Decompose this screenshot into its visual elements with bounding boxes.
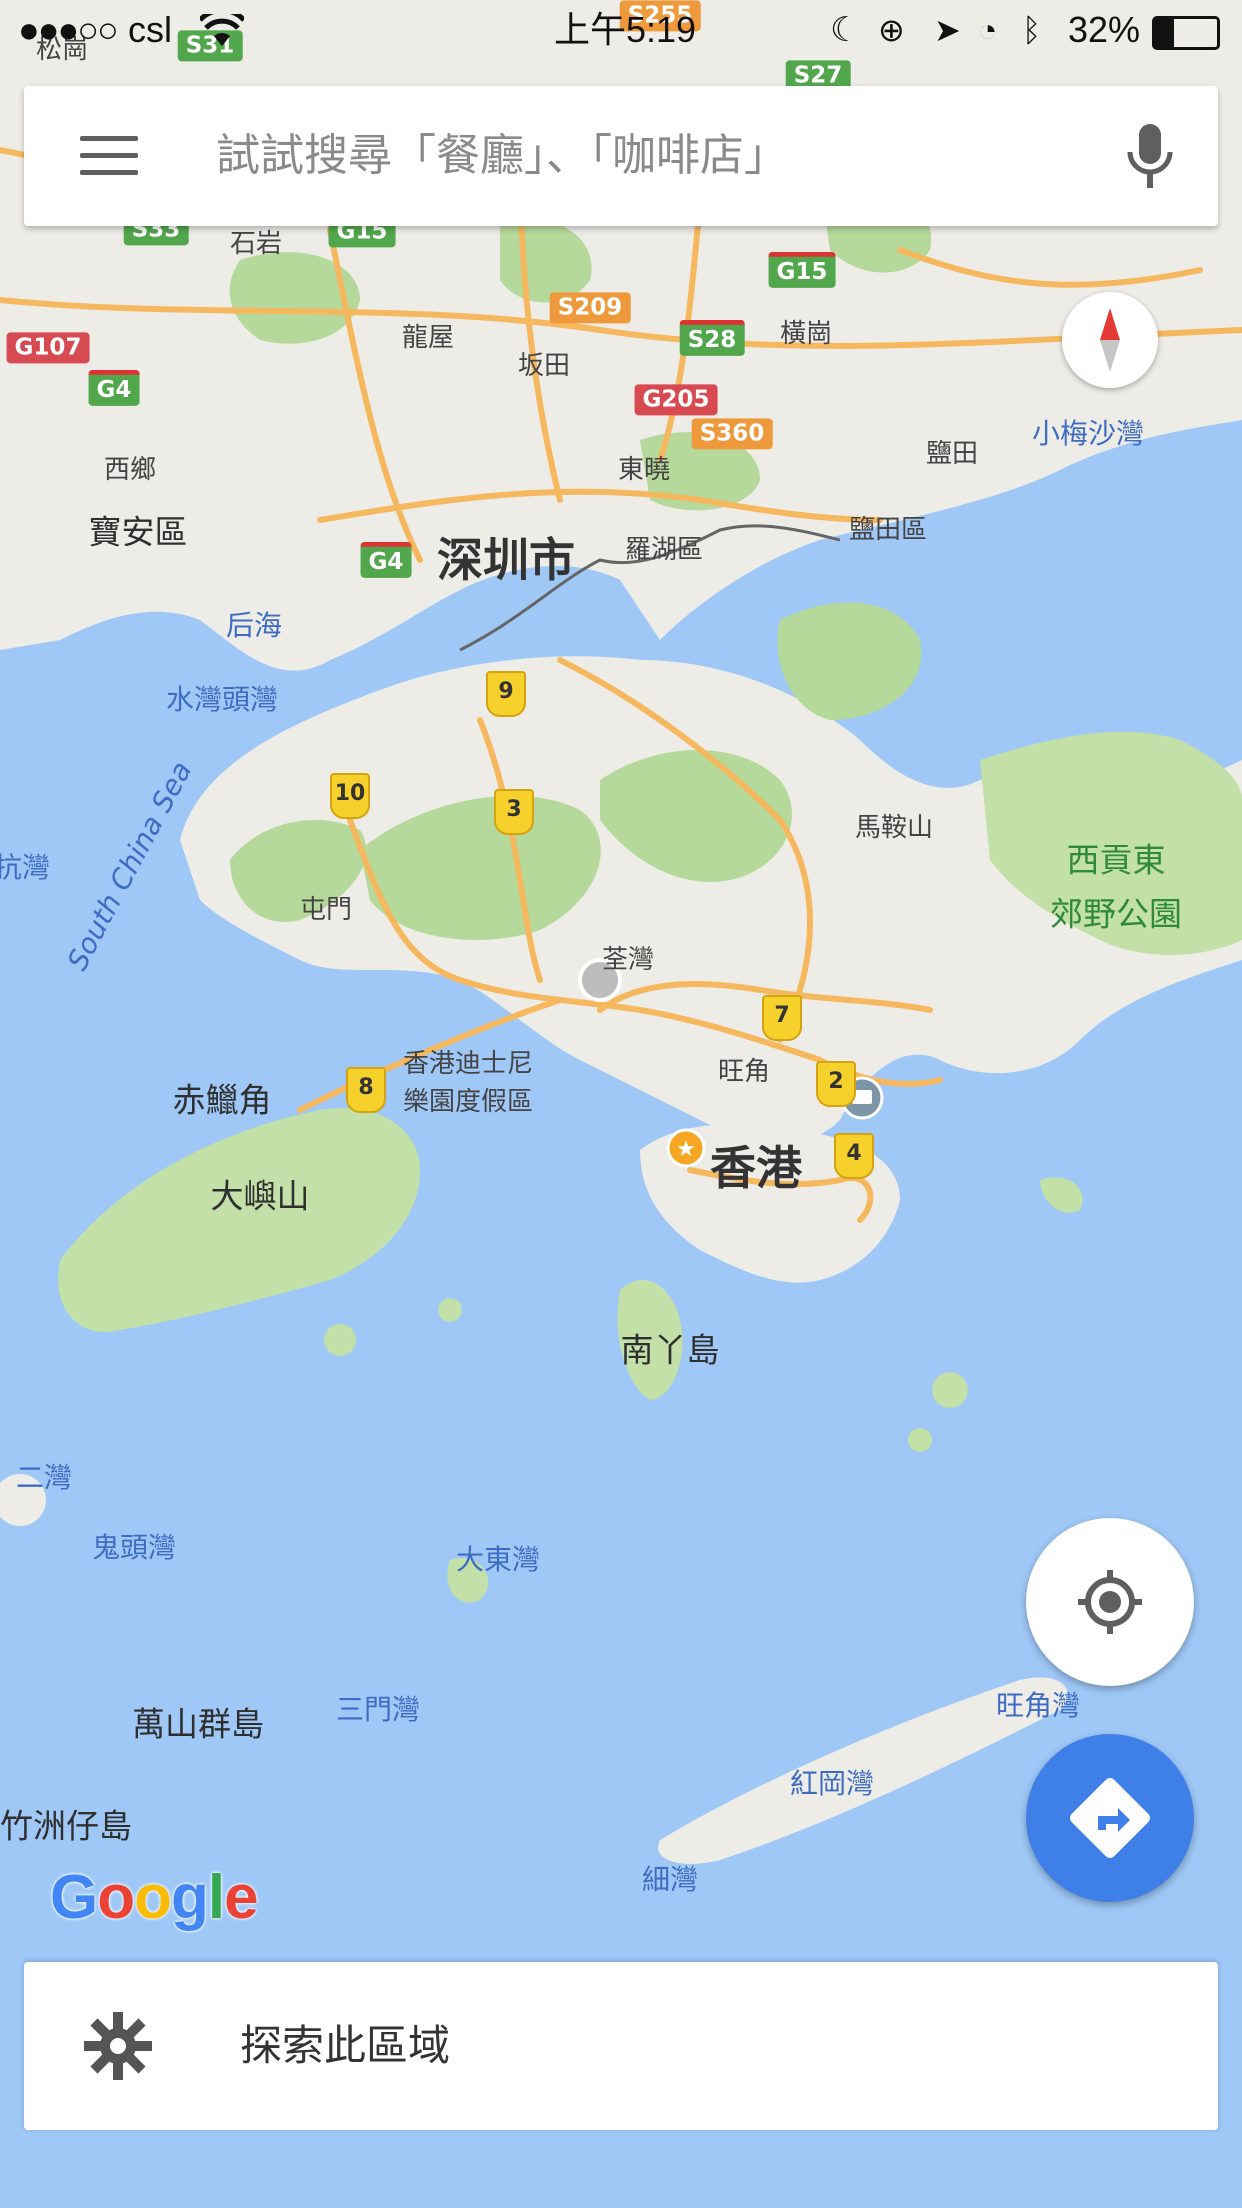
water-label: 旺角灣 (995, 1689, 1081, 1722)
battery-percentage: 32% (1068, 9, 1141, 50)
orientation-lock-icon: ⊕ (878, 12, 905, 48)
park-label: 西貢東 (1066, 840, 1166, 880)
map-label: 大嶼山 (210, 1176, 310, 1216)
highway-shield: S209 (549, 292, 631, 324)
hamburger-menu-icon[interactable] (80, 136, 138, 176)
map-label: 坂田 (517, 351, 571, 381)
water-label: 抗灣 (0, 851, 51, 884)
map-label-shenzhen: 深圳市 (437, 533, 575, 587)
status-bar: ●●●○○ csl 上午5:19 ☾ ⊕ ➤ ◔ ᛒ 32% (0, 0, 1242, 60)
route-marker: 3 (494, 789, 534, 835)
highway-shield: G205 (634, 384, 718, 416)
water-label: 后海 (225, 609, 283, 642)
route-marker: 10 (330, 773, 370, 819)
water-label: 三門灣 (335, 1693, 421, 1726)
route-marker: 4 (834, 1133, 874, 1179)
highway-shield: G15 (768, 251, 836, 289)
map-label: 樂園度假區 (402, 1087, 534, 1117)
water-label: 細灣 (641, 1863, 699, 1896)
water-label: 大東灣 (455, 1543, 541, 1576)
map-label: 西鄉 (103, 455, 157, 485)
map-label: 東曉 (617, 455, 671, 485)
do-not-disturb-icon: ☾ (830, 11, 861, 49)
park-label: 郊野公園 (1050, 894, 1182, 934)
highway-shield: S360 (691, 418, 773, 450)
map-label: 鹽田 (925, 439, 979, 469)
water-label: 二灣 (15, 1461, 73, 1494)
map-label: 萬山群島 (132, 1704, 264, 1744)
gear-icon (84, 2012, 152, 2080)
water-label: 小梅沙灣 (1031, 417, 1145, 450)
signal-strength-icon: ●●●○○ (18, 9, 119, 50)
map-label: 羅湖區 (624, 535, 704, 565)
directions-icon (1070, 1778, 1150, 1858)
map-app: ★ 深圳市 香港 松崗 石岩 龍屋 坂田 橫崗 西鄉 寶安區 東曉 羅湖區 鹽田… (0, 0, 1242, 2208)
carrier-name: csl (128, 9, 172, 50)
search-bar[interactable]: 試試搜尋「餐廳」、「咖啡店」 (24, 86, 1218, 226)
map-label: 赤鱲角 (172, 1080, 272, 1120)
directions-button[interactable] (1026, 1734, 1194, 1902)
map-label: 鹽田區 (848, 515, 928, 545)
route-marker: 8 (346, 1067, 386, 1113)
explore-area-label: 探索此區域 (240, 2021, 451, 2070)
map-label: 南丫島 (620, 1330, 720, 1370)
map-label: 石岩 (229, 229, 283, 259)
map-label: 龍屋 (401, 323, 455, 353)
route-marker: 7 (762, 995, 802, 1041)
compass-button[interactable] (1062, 292, 1158, 388)
location-arrow-icon: ➤ (934, 12, 961, 48)
water-label: 鬼頭灣 (91, 1531, 177, 1564)
google-logo: Google (50, 1863, 259, 1932)
wifi-icon (200, 14, 244, 46)
map-label: 橫崗 (779, 319, 833, 349)
microphone-icon[interactable] (1120, 122, 1180, 192)
compass-icon (1100, 308, 1120, 372)
map-label: 香港迪士尼 (402, 1049, 534, 1079)
explore-area-card[interactable]: 探索此區域 (24, 1962, 1218, 2130)
my-location-button[interactable] (1026, 1518, 1194, 1686)
route-marker: 2 (816, 1061, 856, 1107)
highway-shield: G4 (88, 369, 140, 407)
highway-shield: G107 (6, 332, 90, 364)
bluetooth-icon: ᛒ (1022, 12, 1042, 48)
map-label: 竹洲仔島 (0, 1806, 132, 1846)
my-location-icon (1078, 1570, 1142, 1634)
map-label-hong-kong: 香港 (710, 1141, 802, 1195)
battery-icon (1152, 16, 1220, 50)
water-label: 水灣頭灣 (165, 683, 279, 716)
status-time: 上午5:19 (554, 9, 697, 50)
map-label: 旺角 (717, 1057, 771, 1087)
map-label: 馬鞍山 (854, 813, 934, 843)
route-marker: 9 (486, 671, 526, 717)
water-label: 紅岡灣 (789, 1767, 875, 1800)
alarm-icon: ◔ (978, 12, 998, 48)
search-input[interactable]: 試試搜尋「餐廳」、「咖啡店」 (216, 86, 788, 226)
highway-shield: S28 (679, 319, 745, 357)
svg-text:★: ★ (676, 1137, 696, 1162)
map-label: 荃灣 (601, 945, 655, 975)
map-label: 寶安區 (88, 512, 188, 552)
highway-shield: G4 (360, 541, 412, 579)
map-label: 屯門 (299, 895, 353, 925)
